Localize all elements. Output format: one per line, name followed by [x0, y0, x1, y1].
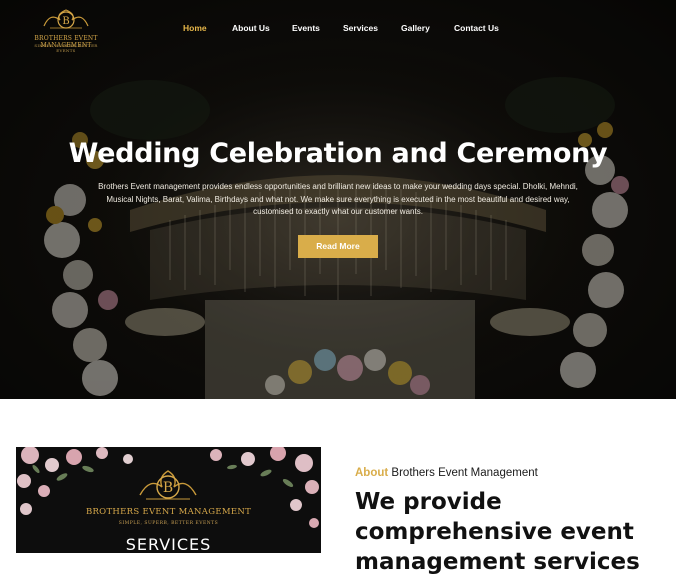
nav-gallery-link[interactable]: Gallery — [401, 23, 430, 33]
svg-text:B: B — [163, 480, 173, 496]
about-heading: We provide comprehensive event managemen… — [355, 489, 640, 575]
hero-title: Wedding Celebration and Ceremony — [68, 138, 608, 169]
hero-description: Brothers Event management provides endle… — [98, 182, 578, 216]
hero-section: B BROTHERS EVENT MANAGEMENT SIMPLE, SUPE… — [0, 0, 676, 399]
read-more-button[interactable]: Read More — [298, 235, 378, 258]
about-image-caption: SERVICES — [125, 535, 212, 553]
top-navigation: B BROTHERS EVENT MANAGEMENT SIMPLE, SUPE… — [0, 0, 676, 62]
brand-logo[interactable]: B BROTHERS EVENT MANAGEMENT SIMPLE, SUPE… — [30, 6, 102, 54]
nav-home-link[interactable]: Home — [183, 23, 207, 33]
nav-events-link[interactable]: Events — [292, 23, 320, 33]
about-kicker-accent: About — [355, 467, 389, 479]
about-image: B BROTHERS EVENT MANAGEMENT SIMPLE, SUPE… — [16, 447, 321, 553]
svg-text:B: B — [62, 16, 69, 27]
logo-tagline: SIMPLE, SUPERB, BETTER EVENTS — [34, 43, 98, 53]
nav-about-link[interactable]: About Us — [232, 23, 270, 33]
about-logo-tagline: SIMPLE, SUPERB, BETTER EVENTS — [118, 521, 219, 526]
logo-emblem-icon: B — [43, 9, 89, 29]
nav-services-link[interactable]: Services — [343, 23, 378, 33]
nav-contact-link[interactable]: Contact Us — [454, 23, 499, 33]
about-kicker-rest: Brothers Event Management — [391, 467, 538, 479]
about-kicker: About Brothers Event Management — [355, 467, 538, 479]
about-logo-text: BROTHERS EVENT MANAGEMENT — [85, 507, 252, 517]
